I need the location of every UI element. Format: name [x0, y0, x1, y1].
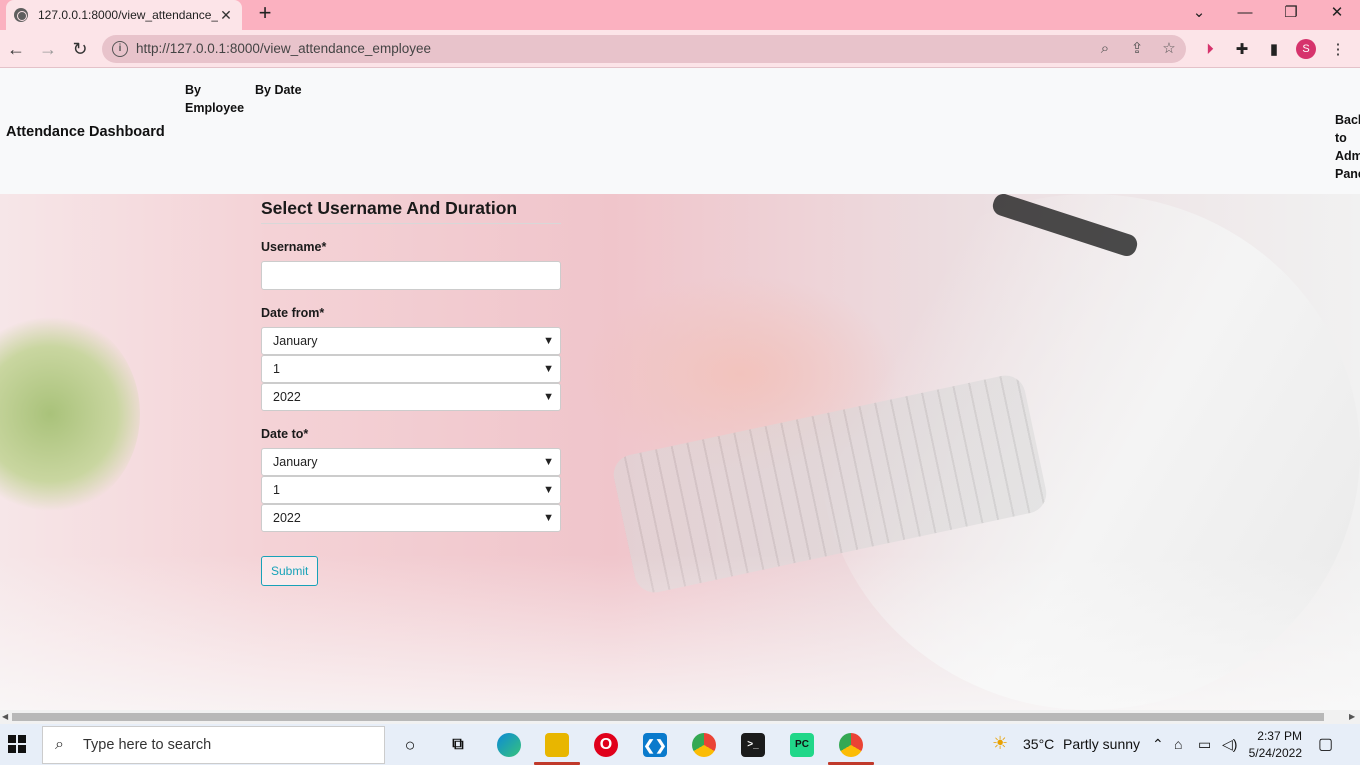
notification-icon[interactable]: ▢	[1318, 734, 1333, 754]
back-to-admin-link[interactable]: Back to Admin Panel	[1335, 111, 1360, 183]
back-arrow-icon[interactable]: ←	[3, 36, 29, 62]
scroll-right-arrow-icon[interactable]: ▶	[1349, 712, 1355, 721]
browser-tab[interactable]: 127.0.0.1:8000/view_attendance_ ✕	[6, 0, 242, 30]
chevron-up-icon[interactable]: ⌃	[1152, 736, 1164, 753]
profile-avatar[interactable]: S	[1296, 39, 1316, 59]
hero-background-image	[0, 194, 1360, 710]
windows-start-icon[interactable]	[8, 735, 26, 753]
taskbar-search-box[interactable]: ⌕ Type here to search	[42, 726, 385, 764]
date-from-month-value: January	[273, 334, 318, 348]
date-from-year-value: 2022	[273, 390, 301, 404]
extensions-puzzle-icon[interactable]: ✚	[1232, 40, 1252, 60]
tab-strip: 127.0.0.1:8000/view_attendance_ ✕ + ⌄ — …	[0, 0, 1360, 30]
date-from-label: Date from*	[261, 306, 325, 320]
cortana-icon[interactable]: ○	[398, 733, 422, 757]
url-text[interactable]: http://127.0.0.1:8000/view_attendance_em…	[136, 41, 431, 56]
weather-description[interactable]: Partly sunny	[1063, 736, 1140, 752]
clock-time: 2:37 PM	[1257, 729, 1302, 743]
navbar: Attendance Dashboard By Employee By Date…	[0, 68, 1360, 194]
taskbar-search-placeholder: Type here to search	[83, 737, 212, 753]
forward-arrow-icon[interactable]: →	[35, 36, 61, 62]
date-from-month-select[interactable]: January ▼	[261, 327, 561, 355]
chevron-down-icon: ▼	[543, 391, 554, 403]
windows-taskbar: ⌕ Type here to search ○ ⧉ O ❮❯ >_ PC ☀ 3…	[0, 724, 1360, 765]
chevron-down-icon: ▼	[543, 363, 554, 375]
opera-icon[interactable]: O	[594, 733, 618, 757]
form-heading: Select Username And Duration	[261, 198, 561, 224]
volume-icon[interactable]: ◁)	[1222, 736, 1237, 753]
task-view-icon[interactable]: ⧉	[446, 733, 470, 757]
globe-icon	[14, 8, 28, 22]
network-icon[interactable]: ▭	[1198, 736, 1211, 753]
nav-link-by-date[interactable]: By Date	[255, 81, 315, 99]
chrome-icon[interactable]	[692, 733, 716, 757]
terminal-icon[interactable]: >_	[741, 733, 765, 757]
horizontal-scrollbar[interactable]: ◀ ▶	[0, 710, 1360, 724]
weather-icon[interactable]: ☀	[992, 733, 1008, 754]
vscode-icon[interactable]: ❮❯	[643, 733, 667, 757]
media-extension-icon[interactable]: ⏵	[1200, 40, 1220, 60]
edge-icon[interactable]	[497, 733, 521, 757]
brand-title[interactable]: Attendance Dashboard	[6, 124, 165, 140]
pycharm-icon[interactable]: PC	[790, 733, 814, 757]
bookmark-star-icon[interactable]: ☆	[1160, 40, 1178, 58]
username-input[interactable]	[261, 261, 561, 290]
chevron-down-icon: ▼	[543, 484, 554, 496]
weather-temp[interactable]: 35°C	[1023, 736, 1054, 752]
minimize-button[interactable]: —	[1222, 0, 1268, 30]
scroll-left-arrow-icon[interactable]: ◀	[2, 712, 8, 721]
side-panel-icon[interactable]: ▮	[1264, 40, 1284, 60]
share-icon[interactable]: ⇪	[1128, 40, 1146, 58]
chevron-down-icon: ▼	[543, 335, 554, 347]
new-tab-button[interactable]: +	[254, 2, 276, 26]
date-to-year-select[interactable]: 2022 ▼	[261, 504, 561, 532]
date-to-label: Date to*	[261, 427, 309, 441]
file-explorer-icon[interactable]	[545, 733, 569, 757]
tab-title: 127.0.0.1:8000/view_attendance_	[38, 8, 218, 22]
scrollbar-thumb[interactable]	[12, 713, 1324, 721]
chevron-down-icon: ▼	[543, 512, 554, 524]
close-window-button[interactable]: ✕	[1314, 0, 1360, 30]
menu-kebab-icon[interactable]: ⋮	[1328, 40, 1348, 60]
clock-date: 5/24/2022	[1248, 746, 1302, 760]
address-bar[interactable]: i http://127.0.0.1:8000/view_attendance_…	[102, 35, 1186, 63]
maximize-button[interactable]: ❐	[1268, 0, 1314, 30]
username-label: Username*	[261, 240, 327, 254]
tab-close-icon[interactable]: ✕	[218, 7, 234, 24]
attendance-filter-form: Select Username And Duration Username* D…	[261, 198, 561, 586]
date-from-day-value: 1	[273, 362, 280, 376]
date-from-day-select[interactable]: 1 ▼	[261, 355, 561, 383]
date-to-month-value: January	[273, 455, 318, 469]
system-clock[interactable]: 2:37 PM 5/24/2022	[1246, 728, 1302, 762]
chevron-down-icon: ▼	[543, 456, 554, 468]
zoom-icon[interactable]: ⌕	[1096, 40, 1114, 58]
power-icon[interactable]: ⌂	[1174, 736, 1182, 752]
nav-link-by-employee[interactable]: By Employee	[185, 81, 245, 117]
site-info-icon[interactable]: i	[112, 41, 128, 57]
chrome-profile-icon[interactable]	[839, 733, 863, 757]
date-to-day-select[interactable]: 1 ▼	[261, 476, 561, 504]
tab-search-icon[interactable]: ⌄	[1176, 0, 1222, 30]
date-to-year-value: 2022	[273, 511, 301, 525]
date-from-year-select[interactable]: 2022 ▼	[261, 383, 561, 411]
date-to-day-value: 1	[273, 483, 280, 497]
page-content: Attendance Dashboard By Employee By Date…	[0, 68, 1360, 710]
reload-icon[interactable]: ↻	[67, 36, 93, 62]
browser-toolbar: ← → ↻ i http://127.0.0.1:8000/view_atten…	[0, 30, 1360, 68]
submit-button[interactable]: Submit	[261, 556, 319, 586]
search-icon: ⌕	[55, 736, 64, 753]
date-to-month-select[interactable]: January ▼	[261, 448, 561, 476]
